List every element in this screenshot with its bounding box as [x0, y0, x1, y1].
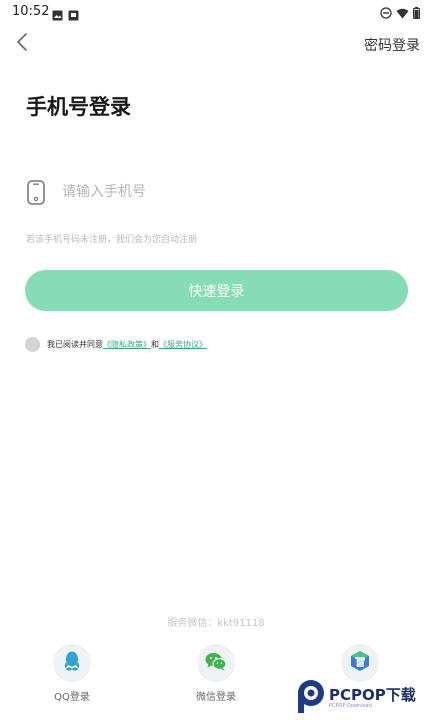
page-title: 手机号登录 [26, 95, 131, 119]
agreement-row: 我已阅读并同意 《隐私政策》 和 《服务协议》 [25, 337, 207, 352]
phone-icon [26, 179, 46, 205]
privacy-policy-link[interactable]: 《隐私政策》 [103, 339, 151, 350]
pcpop-logo-icon [296, 678, 326, 718]
qq-icon [63, 651, 81, 675]
wechat-login-label: 微信登录 [196, 692, 236, 703]
wifi-icon [396, 4, 409, 23]
login-screen: 10:52 密码登录 手机号登录 请输入手机号 若该手机号码未注册，我们会为您自… [0, 0, 432, 720]
quick-login-button[interactable]: 快速登录 [25, 270, 408, 311]
qq-login-label: QQ登录 [54, 692, 90, 703]
password-login-link[interactable]: 密码登录 [364, 35, 420, 55]
app-logo-icon [348, 649, 372, 677]
app-login-circle [341, 644, 379, 682]
status-right-icons [380, 4, 421, 23]
watermark-text: PCPOP下载 PCPOP Download [329, 687, 416, 710]
wechat-login-circle [197, 644, 235, 682]
notification-box-icon [68, 6, 79, 25]
service-wechat-text: 服务微信：kkt91118 [167, 618, 265, 629]
watermark-sub: PCPOP Download [329, 702, 372, 709]
watermark-main: PCPOP下载 [329, 685, 416, 704]
pcpop-watermark: PCPOP下载 PCPOP Download [296, 678, 430, 718]
qq-login-button[interactable]: QQ登录 [42, 644, 102, 703]
back-button[interactable] [10, 32, 34, 56]
image-icon [52, 6, 63, 25]
service-agreement-link[interactable]: 《服务协议》 [159, 339, 207, 350]
status-time: 10:52 [12, 4, 50, 19]
agreement-and: 和 [151, 340, 159, 349]
qq-login-circle [53, 644, 91, 682]
wechat-icon [205, 652, 227, 675]
do-not-disturb-icon [380, 4, 392, 23]
phone-input-row [26, 176, 406, 208]
status-bar: 10:52 [0, 0, 432, 24]
agreement-prefix: 我已阅读并同意 [47, 340, 103, 349]
wechat-login-button[interactable]: 微信登录 [186, 644, 246, 703]
phone-input[interactable] [60, 183, 364, 201]
chevron-left-icon [16, 32, 28, 56]
agreement-checkbox[interactable] [25, 337, 40, 352]
battery-icon [412, 4, 421, 23]
auto-register-hint: 若该手机号码未注册，我们会为您自动注册 [26, 235, 198, 245]
